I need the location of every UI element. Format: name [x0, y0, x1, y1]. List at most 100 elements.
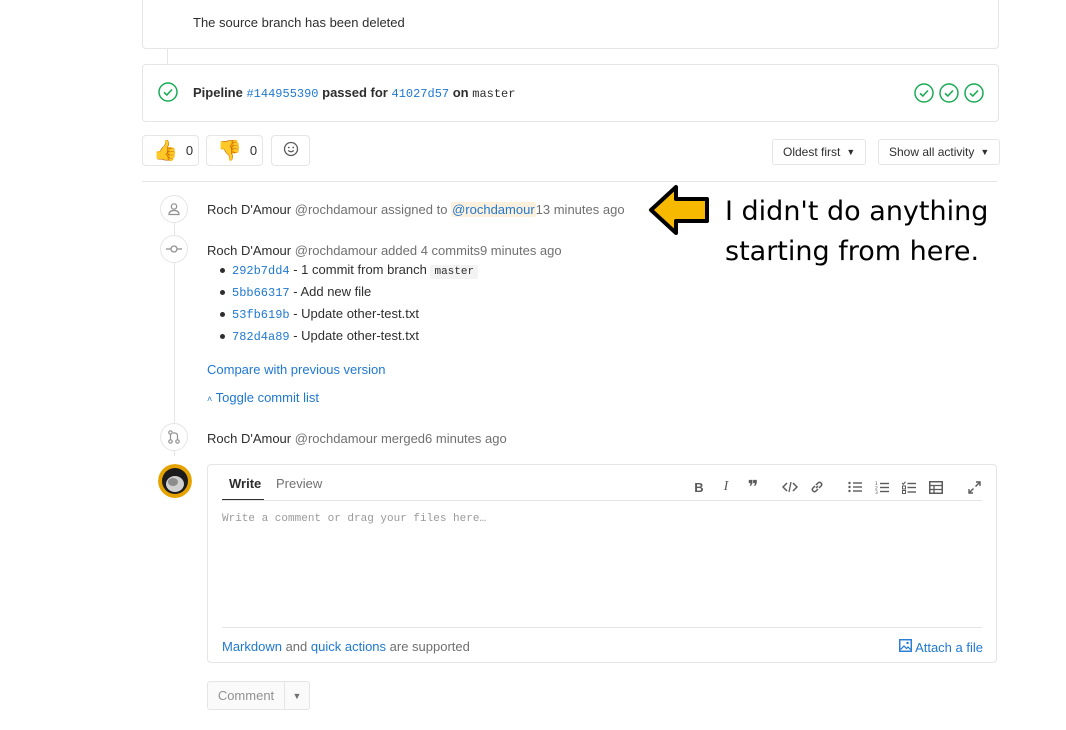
pipeline-branch: master [472, 87, 516, 101]
note-author[interactable]: Roch D'Amour [207, 243, 291, 258]
footer-supported: are supported [386, 639, 470, 654]
sort-order-label: Oldest first [783, 145, 841, 159]
thumbsdown-award-button[interactable]: 👎 0 [206, 135, 263, 166]
commit-message: - 1 commit from branch [289, 262, 431, 277]
markdown-help: Markdown and quick actions are supported [222, 639, 470, 654]
note-handle[interactable]: @rochdamour [295, 431, 378, 446]
note-handle[interactable]: @rochdamour [295, 243, 378, 258]
merge-note: Roch D'Amour @rochdamour merged6 minutes… [207, 431, 507, 446]
compare-version-link[interactable]: Compare with previous version [207, 362, 385, 377]
attach-file-label: Attach a file [915, 639, 983, 655]
footer-and: and [281, 639, 311, 654]
comment-textarea[interactable]: Write a comment or drag your files here… [222, 513, 486, 525]
thumbsup-award-button[interactable]: 👍 0 [142, 135, 199, 166]
quick-actions-link[interactable]: quick actions [311, 639, 386, 654]
commit-message: - Add new file [289, 284, 372, 299]
commit-sha-link[interactable]: 5bb66317 [232, 286, 290, 300]
comment-submit-split-button: Comment ▼ [207, 681, 310, 710]
branch-deleted-text: The source branch has been deleted [193, 15, 405, 30]
smiley-icon [283, 141, 299, 160]
commit-message: - Update other-test.txt [289, 306, 419, 321]
editor-divider [222, 500, 982, 501]
note-action: added 4 commits [380, 243, 480, 258]
thumbsdown-count: 0 [249, 143, 258, 158]
sort-order-dropdown[interactable]: Oldest first ▼ [772, 139, 867, 165]
list-item: 292b7dd4 - 1 commit from branch master [220, 262, 479, 284]
comment-button[interactable]: Comment [208, 682, 285, 709]
chevron-up-icon: ˄ [207, 394, 213, 404]
user-mention[interactable]: @rochdamour [451, 202, 536, 217]
bold-icon[interactable]: B [690, 479, 708, 495]
italic-icon[interactable]: I [717, 479, 735, 495]
toggle-commit-list[interactable]: ˄ Toggle commit list [207, 390, 319, 405]
branch-code: master [430, 265, 479, 279]
comment-type-dropdown[interactable]: ▼ [285, 682, 309, 709]
annotation-text: I didn't do anything starting from here. [725, 196, 989, 267]
activity-filter-dropdown[interactable]: Show all activity ▼ [878, 139, 1001, 165]
note-author[interactable]: Roch D'Amour [207, 202, 291, 217]
note-time: 6 minutes ago [425, 431, 507, 446]
commit-list: 292b7dd4 - 1 commit from branch master 5… [220, 262, 479, 350]
list-item: 5bb66317 - Add new file [220, 284, 478, 306]
commit-sha-link[interactable]: 292b7dd4 [232, 264, 290, 278]
pipeline-status-text: Pipeline #144955390 passed for 41027d57 … [193, 85, 515, 101]
link-icon[interactable] [808, 479, 826, 495]
thumbsup-count: 0 [185, 143, 194, 158]
markdown-link[interactable]: Markdown [222, 639, 282, 654]
arrow-left-icon [648, 184, 710, 239]
list-item: 782d4a89 - Update other-test.txt [220, 328, 478, 350]
numbered-list-icon[interactable]: 123 [873, 479, 891, 495]
branch-deleted-card: The source branch has been deleted [142, 0, 999, 49]
commit-icon [160, 235, 188, 263]
pipeline-id-link[interactable]: #144955390 [246, 87, 318, 101]
note-author[interactable]: Roch D'Amour [207, 431, 291, 446]
stage-passed-icon[interactable] [914, 83, 934, 103]
chevron-down-icon: ▼ [980, 147, 990, 157]
tab-write[interactable]: Write [229, 476, 261, 491]
fullscreen-icon[interactable] [965, 479, 983, 495]
user-icon [160, 195, 188, 223]
activity-filter-label: Show all activity [889, 145, 975, 159]
format-toolbar: B I ❞ 123 [690, 477, 983, 497]
stage-passed-icon[interactable] [939, 83, 959, 103]
list-item: 53fb619b - Update other-test.txt [220, 306, 478, 328]
section-divider [142, 181, 997, 182]
commit-sha-link[interactable]: 782d4a89 [232, 330, 290, 344]
code-icon[interactable] [781, 479, 799, 495]
pipeline-stages [914, 83, 984, 103]
pipeline-on: on [452, 85, 469, 100]
commit-sha-link[interactable]: 53fb619b [232, 308, 290, 322]
attach-file-button[interactable]: Attach a file [899, 639, 983, 655]
image-icon [899, 639, 913, 655]
note-action: merged [380, 431, 426, 446]
stage-passed-icon[interactable] [964, 83, 984, 103]
thumbsup-icon: 👍 [153, 139, 178, 162]
note-handle[interactable]: @rochdamour [295, 202, 378, 217]
toggle-commit-list-label: Toggle commit list [215, 390, 319, 405]
pipeline-passed-for: passed for [322, 85, 388, 100]
quote-icon[interactable]: ❞ [744, 477, 762, 497]
bullet-list-icon[interactable] [846, 479, 864, 495]
note-time: 9 minutes ago [479, 243, 562, 258]
task-list-icon[interactable] [900, 479, 918, 495]
commit-message: - Update other-test.txt [289, 328, 419, 343]
editor-divider [222, 627, 982, 628]
chevron-down-icon: ▼ [846, 147, 856, 157]
pipeline-passed-icon[interactable] [158, 82, 178, 102]
svg-text:3: 3 [875, 490, 878, 494]
pipeline-card: Pipeline #144955390 passed for 41027d57 … [142, 64, 999, 122]
comment-editor: Write Preview B I ❞ 123 Write a comment … [207, 464, 997, 663]
pipeline-commit-link[interactable]: 41027d57 [392, 87, 450, 101]
add-reaction-button[interactable] [271, 135, 310, 166]
caret-down-icon: ▼ [292, 690, 302, 701]
avatar[interactable] [158, 464, 192, 498]
pipeline-label: Pipeline [193, 85, 243, 100]
table-icon[interactable] [927, 479, 945, 495]
note-time: 13 minutes ago [535, 202, 625, 217]
thumbsdown-icon: 👎 [217, 139, 242, 162]
assign-note: Roch D'Amour @rochdamour assigned to @ro… [207, 202, 625, 217]
tab-preview[interactable]: Preview [276, 476, 322, 491]
timeline-connector [167, 49, 168, 64]
note-action: assigned to [380, 202, 448, 217]
merge-icon [160, 423, 188, 451]
